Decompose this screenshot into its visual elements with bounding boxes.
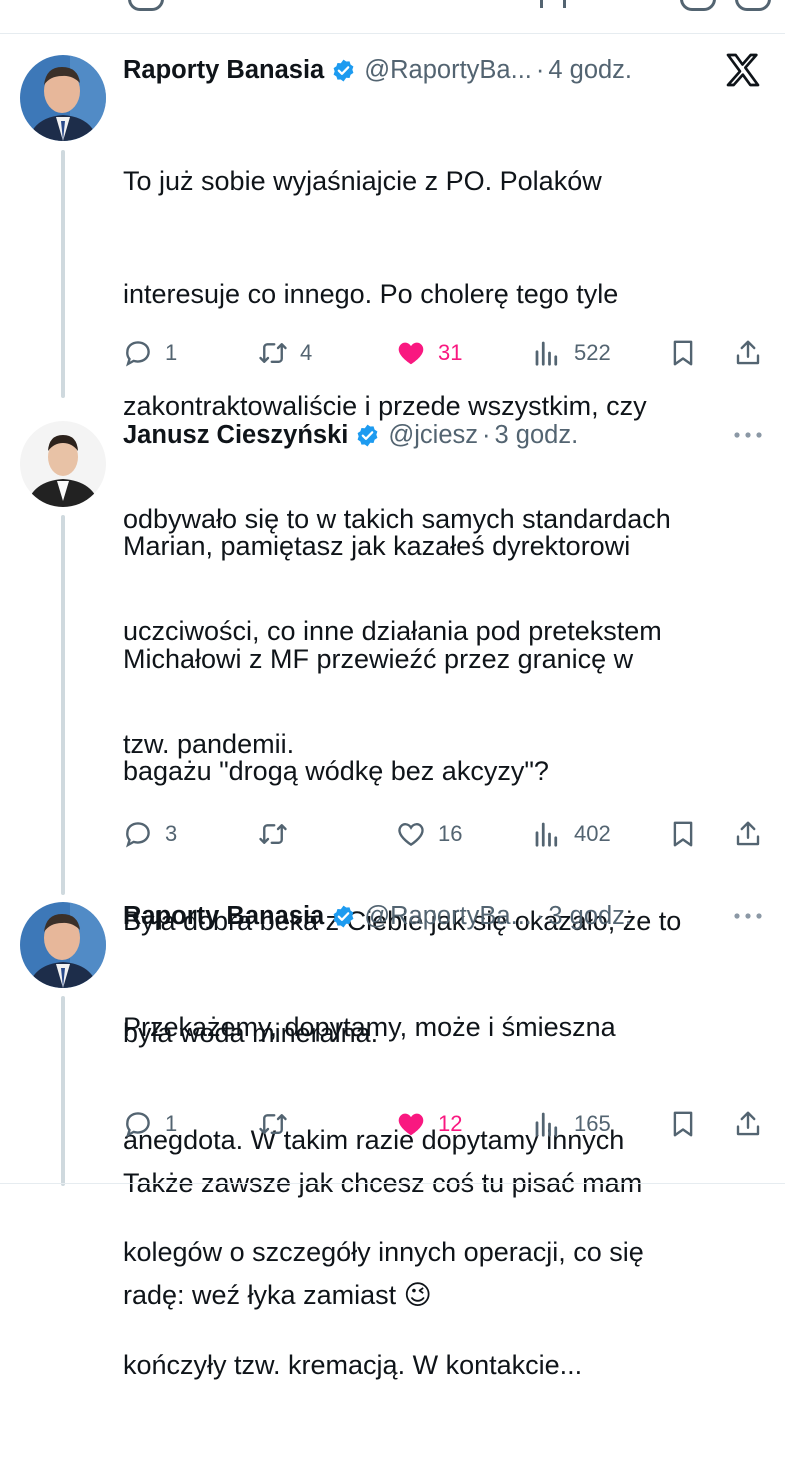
- verified-badge-icon: [333, 905, 354, 927]
- reply-button[interactable]: 1: [123, 335, 177, 371]
- views-button[interactable]: 402: [532, 816, 611, 852]
- bookmark-icon-cutoff: [680, 0, 716, 11]
- more-dots-icon: [734, 432, 762, 438]
- reply-icon: [126, 1112, 150, 1138]
- author-name[interactable]: Raporty Banasia: [123, 52, 324, 88]
- like-count: 12: [438, 1111, 463, 1136]
- share-icon-cutoff: [735, 0, 771, 11]
- author-handle[interactable]: @RaportyBa...: [364, 52, 532, 88]
- retweet-icon: [259, 1114, 287, 1134]
- tweet-header: Raporty Banasia @RaportyBa... · 3 godz.: [123, 898, 763, 934]
- retweet-button[interactable]: [258, 816, 288, 852]
- author-handle[interactable]: @RaportyBa...: [364, 898, 532, 934]
- views-count: 165: [574, 1111, 611, 1136]
- views-count: 402: [574, 821, 611, 846]
- reply-count: 1: [165, 1111, 178, 1136]
- tweet-header: Janusz Cieszyński @jciesz · 3 godz.: [123, 417, 763, 453]
- share-button[interactable]: [733, 335, 763, 371]
- x-logo-icon: [726, 53, 760, 87]
- views-button[interactable]: 165: [532, 1106, 611, 1142]
- reply-button[interactable]: 1: [123, 1106, 177, 1142]
- bookmark-icon: [673, 1111, 693, 1137]
- tweet-text-line: To już sobie wyjaśniajcie z PO. Polaków: [123, 166, 602, 196]
- previous-tweet-actions-cutoff: [0, 0, 785, 28]
- action-bar: 1 4 31 522: [0, 335, 785, 371]
- action-bar: 1 12 165: [0, 1106, 785, 1142]
- tweet-text-line: interesuje co innego. Po cholerę tego ty…: [123, 278, 619, 309]
- timestamp[interactable]: 3 godz.: [495, 417, 579, 453]
- share-icon: [736, 340, 760, 365]
- reply-count: 1: [165, 340, 178, 365]
- like-button[interactable]: 16: [396, 816, 462, 852]
- timestamp[interactable]: 3 godz.: [548, 898, 632, 934]
- like-button[interactable]: 12: [396, 1106, 462, 1142]
- heart-outline-icon: [398, 823, 424, 847]
- divider: [0, 33, 785, 34]
- share-button[interactable]: [733, 1106, 763, 1142]
- avatar[interactable]: [20, 55, 106, 141]
- views-icon-cutoff: [540, 0, 566, 8]
- heart-filled-icon: [398, 1113, 424, 1136]
- timestamp[interactable]: 4 godz.: [548, 52, 632, 88]
- author-name[interactable]: Raporty Banasia: [123, 898, 324, 934]
- reply-icon-cutoff: [128, 0, 164, 11]
- bookmark-button[interactable]: [668, 1106, 698, 1142]
- tweet-text-line: kończyły tzw. kremacją. W kontakcie...: [123, 1349, 583, 1380]
- verified-badge-icon: [333, 59, 354, 81]
- reply-icon: [126, 341, 150, 367]
- like-button[interactable]: 31: [396, 335, 462, 371]
- more-options-button[interactable]: [733, 898, 763, 934]
- retweet-button[interactable]: 4: [258, 335, 312, 371]
- reply-button[interactable]: 3: [123, 816, 177, 852]
- tweet-text: Przekażemy, dopytamy, może i śmieszna an…: [123, 934, 763, 1459]
- like-count: 31: [438, 340, 463, 365]
- reply-count: 3: [165, 821, 178, 846]
- avatar[interactable]: [20, 421, 106, 507]
- views-chart-icon: [535, 822, 558, 847]
- author-handle[interactable]: @jciesz: [388, 417, 478, 453]
- reply-icon: [126, 822, 150, 848]
- share-icon: [736, 1111, 760, 1136]
- more-dots-icon: [734, 913, 762, 919]
- retweet-icon: [259, 343, 287, 363]
- share-button[interactable]: [733, 816, 763, 852]
- verified-badge-icon: [357, 424, 378, 446]
- bookmark-icon: [673, 821, 693, 847]
- heart-filled-icon: [398, 342, 424, 365]
- more-options-button[interactable]: [733, 417, 763, 453]
- thread-connector: [61, 996, 65, 1186]
- views-button[interactable]: 522: [532, 335, 611, 371]
- views-chart-icon: [535, 1112, 558, 1137]
- tweet-text-line: kolegów o szczegóły innych operacji, co …: [123, 1237, 644, 1267]
- views-chart-icon: [535, 341, 558, 366]
- retweet-count: 4: [300, 340, 313, 365]
- share-icon: [736, 821, 760, 846]
- separator-dot: ·: [482, 421, 491, 449]
- separator-dot: ·: [535, 902, 545, 930]
- retweet-icon: [259, 824, 287, 844]
- avatar[interactable]: [20, 902, 106, 988]
- bookmark-icon: [673, 340, 693, 366]
- like-count: 16: [438, 821, 463, 846]
- author-name[interactable]: Janusz Cieszyński: [123, 417, 348, 453]
- bookmark-button[interactable]: [668, 335, 698, 371]
- bookmark-button[interactable]: [668, 816, 698, 852]
- tweet-header: Raporty Banasia @RaportyBa... · 4 godz.: [123, 52, 763, 88]
- separator-dot: ·: [535, 56, 545, 84]
- retweet-button[interactable]: [258, 1106, 288, 1142]
- tweet-text-line: bagażu "drogą wódkę bez akcyzy"?: [123, 756, 549, 786]
- action-bar: 3 16 402: [0, 816, 785, 852]
- views-count: 522: [574, 340, 611, 365]
- divider: [0, 1183, 785, 1184]
- tweet-text-line: Przekażemy, dopytamy, może i śmieszna: [123, 1012, 616, 1042]
- tweet-text-line: Marian, pamiętasz jak kazałeś dyrektorow…: [123, 531, 631, 561]
- tweet-text-line: Michałowi z MF przewieźć przez granicę w: [123, 643, 634, 674]
